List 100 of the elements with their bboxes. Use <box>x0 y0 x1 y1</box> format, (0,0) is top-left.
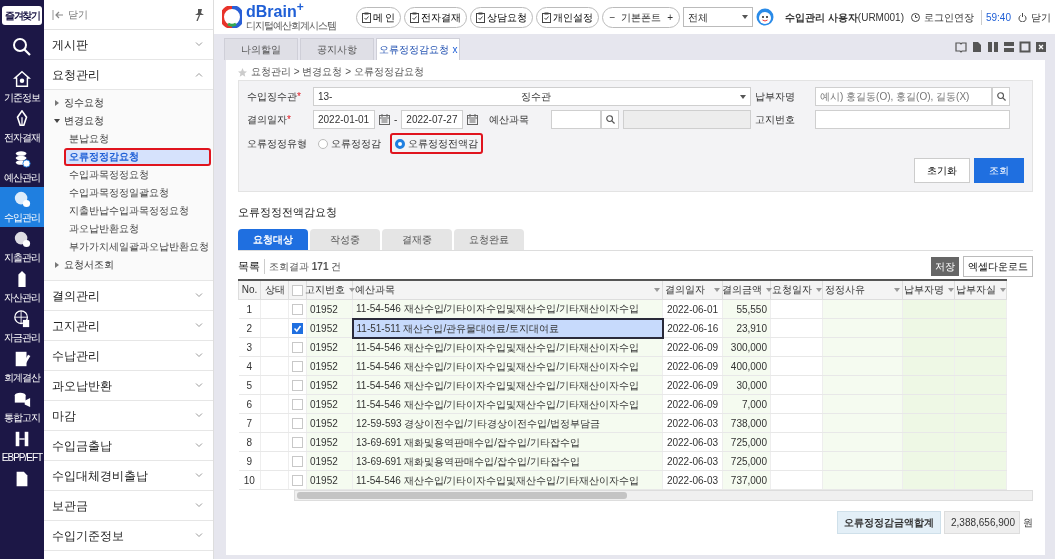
rail-menu-item[interactable]: 회계결산 <box>0 347 44 387</box>
excel-download-button[interactable]: 엑셀다운로드 <box>963 256 1033 277</box>
logout-link[interactable]: 닫기 <box>1018 9 1051 25</box>
row-checkbox[interactable] <box>292 437 303 449</box>
sidebar-menu-item[interactable]: 수입대체경비출납 <box>52 466 148 485</box>
sidebar-menu-item[interactable]: 수입금출납 <box>52 436 112 455</box>
extend-login-link[interactable]: 로그인연장 <box>910 9 974 25</box>
logo-text: dBrain$^{+}$ <box>246 3 305 20</box>
status-tab[interactable]: 결재중 <box>382 228 452 250</box>
rail-menu-item[interactable]: 기준정보 <box>0 67 44 107</box>
filter-caret-icon[interactable] <box>654 287 660 292</box>
submenu-item[interactable]: 징수요청 <box>64 96 104 110</box>
filter-caret-icon[interactable] <box>999 287 1006 292</box>
row-checkbox[interactable] <box>292 342 303 354</box>
filter-caret-icon[interactable] <box>894 287 900 292</box>
budget-code-field[interactable] <box>551 110 601 129</box>
row-checkbox[interactable] <box>292 456 303 468</box>
filter-caret-icon[interactable] <box>765 287 772 292</box>
search-button[interactable] <box>992 87 1010 106</box>
rail-menu-item[interactable]: 전자결재 <box>0 107 44 147</box>
document-icon[interactable] <box>971 41 983 53</box>
rail-menu-item[interactable]: 통합고지 <box>0 387 44 427</box>
rail-menu-item[interactable]: 자산관리 <box>0 267 44 307</box>
favorites-button[interactable]: 즐겨찾기 <box>2 6 42 25</box>
table-cell[interactable]: 11-51-511 재산수입/관유물대여료/토지대여료 <box>352 318 663 338</box>
date-field[interactable]: 2022-07-27 <box>401 110 464 129</box>
sidebar-menu-item[interactable]: 수납관리 <box>52 346 100 365</box>
sidebar-menu-item[interactable]: 과오납반환 <box>52 376 112 395</box>
filter-caret-icon[interactable] <box>947 287 954 292</box>
header-button[interactable]: 개인설정 <box>536 6 600 28</box>
submenu-link[interactable]: 수입과목정정요청 <box>64 166 211 184</box>
status-tab[interactable]: 요청대상 <box>238 228 308 250</box>
submenu-item[interactable]: 요청서조회 <box>64 258 114 272</box>
close-menu-button[interactable]: 닫기 <box>52 7 88 22</box>
row-checkbox[interactable] <box>292 380 303 392</box>
rows-icon[interactable] <box>1003 41 1015 53</box>
window-icon[interactable] <box>1019 41 1031 53</box>
radio-button[interactable] <box>395 138 405 149</box>
search-icon[interactable] <box>12 37 32 57</box>
row-checkbox[interactable] <box>292 418 303 430</box>
row-checkbox[interactable] <box>292 304 303 316</box>
close-icon[interactable] <box>1035 41 1047 53</box>
sidebar-menu-item[interactable]: 요청관리 <box>52 65 100 84</box>
select-all-checkbox[interactable] <box>292 285 303 297</box>
sidebar-menu-item[interactable]: 수입기준정보 <box>52 526 124 545</box>
rail-menu-item[interactable]: 지출관리 <box>0 227 44 267</box>
columns-icon[interactable] <box>987 41 999 53</box>
rail-menu-item[interactable]: 예산관리 <box>0 147 44 187</box>
search-button[interactable] <box>601 110 619 129</box>
book-icon[interactable] <box>955 41 967 53</box>
radio-button[interactable] <box>318 138 328 149</box>
close-tab-button[interactable]: x <box>452 42 458 57</box>
calendar-icon[interactable] <box>379 114 390 125</box>
status-tab[interactable]: 작성중 <box>310 228 380 250</box>
save-button[interactable]: 저장 <box>931 257 959 276</box>
radio-option[interactable]: 오류정정감 <box>313 133 386 154</box>
sidebar-menu-item[interactable]: 결의관리 <box>52 286 100 305</box>
row-checkbox[interactable] <box>292 399 303 411</box>
horizontal-scrollbar[interactable] <box>294 490 1033 501</box>
submenu-link[interactable]: 지출반납수입과목정정요청 <box>64 202 211 220</box>
rail-menu-item[interactable]: EBPP/EFT <box>0 427 44 467</box>
calendar-icon[interactable] <box>467 114 479 125</box>
payer-name-field[interactable]: 예시) 홍길동(O), 홍길(O), 길동(X) <box>815 87 992 106</box>
search-button[interactable]: 조회 <box>974 158 1024 183</box>
rail-menu-item[interactable]: 자금관리 <box>0 307 44 347</box>
reset-button[interactable]: 초기화 <box>914 158 970 183</box>
header-button[interactable]: 전자결재 <box>404 6 468 28</box>
pin-icon[interactable] <box>194 8 205 21</box>
field-label: 오류정정유형 <box>247 137 307 151</box>
submenu-link[interactable]: 과오납반환요청 <box>64 220 211 238</box>
submenu-link[interactable]: 분납요청 <box>64 130 211 148</box>
list-title: 목록 <box>238 259 260 275</box>
radio-option[interactable]: 오류정정전액감 <box>390 133 483 154</box>
date-field[interactable]: 2022-01-01 <box>313 110 375 129</box>
notice-number-field[interactable] <box>815 110 1010 129</box>
row-checkbox[interactable] <box>292 475 303 487</box>
sidebar-menu-item[interactable]: 마감 <box>52 406 76 425</box>
page-tab[interactable]: 나의할일 <box>224 38 298 60</box>
scope-select[interactable]: 전체 <box>683 7 754 27</box>
submenu-item[interactable]: 변경요청 <box>64 114 104 128</box>
submenu-link[interactable]: 수입과목정정일괄요청 <box>64 184 211 202</box>
header-button[interactable]: 메 인 <box>355 6 402 28</box>
sidebar-menu-item[interactable]: 보관금 <box>52 496 88 515</box>
row-checkbox[interactable] <box>292 323 303 335</box>
filter-caret-icon[interactable] <box>815 287 822 292</box>
header-button[interactable]: 상담요청 <box>470 6 534 28</box>
status-tab[interactable]: 요청완료 <box>454 228 524 250</box>
submenu-link[interactable]: 부가가치세일괄과오납반환요청 <box>64 238 211 256</box>
page-tab[interactable]: 공지사항 <box>300 38 374 60</box>
rail-menu-item[interactable]: 수입관리 <box>0 187 44 227</box>
submenu-link[interactable]: 오류정정감요청 <box>64 148 211 166</box>
row-checkbox[interactable] <box>292 361 303 373</box>
filter-caret-icon[interactable] <box>714 287 720 292</box>
decrease-font-button[interactable]: − <box>609 9 616 25</box>
collector-select[interactable]: 13- 징수관 <box>313 87 751 106</box>
sidebar-menu-item[interactable]: 고지관리 <box>52 316 100 335</box>
page-tab[interactable]: 오류정정감요청 x <box>376 38 460 60</box>
sidebar-menu-item[interactable]: 게시판 <box>52 35 88 54</box>
increase-font-button[interactable]: + <box>667 9 674 25</box>
filter-caret-icon[interactable] <box>348 287 355 292</box>
